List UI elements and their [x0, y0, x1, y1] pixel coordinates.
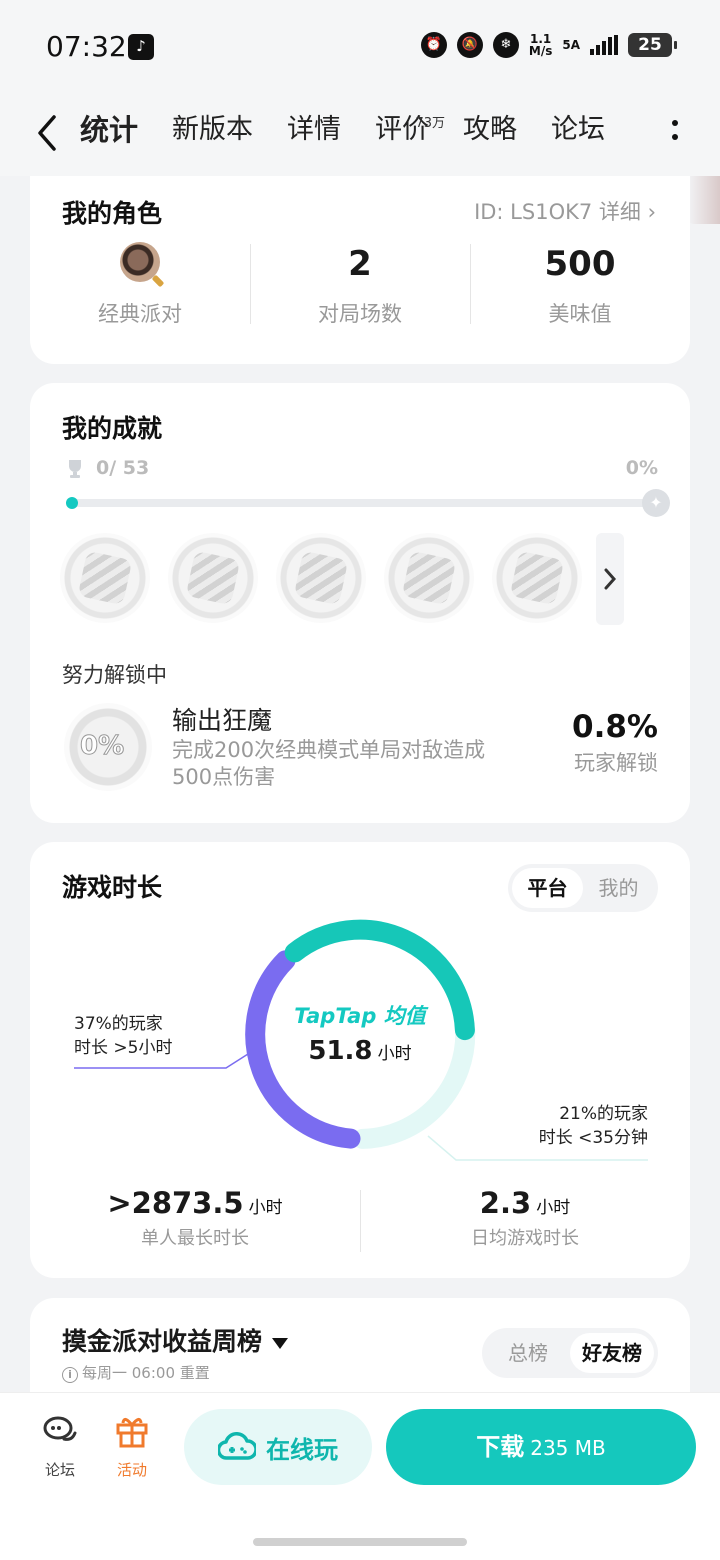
unlock-rate-label: 玩家解锁 [574, 751, 658, 775]
magnifier-icon [120, 242, 160, 282]
cloud-gamepad-icon [218, 1432, 256, 1460]
toggle-friends[interactable]: 好友榜 [570, 1333, 654, 1373]
tasty-label: 美味值 [548, 302, 612, 326]
tab-guides[interactable]: 攻略 [463, 110, 517, 160]
home-indicator[interactable] [253, 1538, 467, 1546]
average-playtime: 51.8 小时 [308, 1036, 412, 1066]
unlocking-badge: 0% [64, 703, 152, 791]
playtime-card: 游戏时长 平台 我的 TapTap 均值 51.8 小时 37%的玩家 时长 >… [30, 842, 690, 1278]
network-label: 5A [562, 38, 580, 52]
unlocking-name: 输出狂魔 [172, 706, 273, 735]
achievement-count: 0/ 53 [96, 457, 150, 479]
tab-header: 统计 新版本 详情 评价 73万 攻略 论坛 [0, 96, 720, 176]
ranking-toggle: 总榜 好友榜 [482, 1328, 658, 1378]
achievement-progress-row: 0/ 53 0% [62, 457, 658, 481]
unlocking-title: 努力解锁中 [62, 663, 167, 687]
background-peek [688, 176, 720, 224]
role-id-link[interactable]: ID: LS1OK7 详细 › [474, 196, 656, 226]
more-options-icon[interactable] [672, 116, 680, 152]
achievement-progress-bar: ✦ [66, 489, 670, 517]
chevron-right-icon: › [647, 200, 656, 224]
progress-fill [66, 497, 78, 509]
mute-icon: 🔕 [456, 32, 483, 58]
status-time: 07:32 [46, 30, 127, 63]
net-speed: 1.1 M/s [528, 32, 553, 58]
review-count-badge: 73万 [415, 116, 446, 131]
toggle-overall[interactable]: 总榜 [486, 1333, 570, 1373]
alarm-icon: ⏰ [420, 32, 447, 58]
signal-icon [590, 35, 618, 55]
tab-bar: 统计 新版本 详情 评价 73万 攻略 论坛 [77, 110, 639, 160]
info-icon: i [62, 1367, 78, 1383]
achievement-badge[interactable] [60, 533, 150, 623]
badge-list [60, 533, 582, 623]
ranking-title[interactable]: 摸金派对收益周榜 [62, 1322, 289, 1358]
back-arrow-icon[interactable] [36, 114, 58, 152]
battery-icon: 25 [628, 33, 677, 57]
caret-down-icon [272, 1337, 289, 1349]
achievement-badge[interactable] [168, 533, 258, 623]
unlock-rate: 0.8% [572, 709, 658, 745]
playtime-donut [245, 919, 476, 1149]
status-icons: ⏰ 🔕 ❄ 1.1 M/s 5A 25 [420, 32, 677, 58]
ranking-reset-note: i 每周一 06:00 重置 [62, 1362, 210, 1383]
role-mode-label: 经典派对 [98, 302, 182, 326]
chat-bubble-icon [43, 1416, 77, 1441]
achievements-card[interactable]: 我的成就 0/ 53 0% ✦ 努力解锁中 0% 输出狂魔 完成200次经典模式… [30, 383, 690, 823]
playtime-stats: >2873.5 小时 单人最长时长 2.3 小时 日均游戏时长 [30, 1186, 690, 1252]
achievement-badge[interactable] [276, 533, 366, 623]
bottom-action-bar: 论坛 活动 在线玩 下载 235 MB [0, 1392, 720, 1560]
snowflake-icon: ❄ [492, 32, 519, 58]
role-matches: 2 对局场数 [250, 242, 470, 326]
badge-more-button[interactable] [596, 533, 624, 625]
my-role-card: 我的角色 ID: LS1OK7 详细 › 经典派对 2 对局场数 500 美味值 [30, 176, 690, 364]
max-playtime: >2873.5 小时 单人最长时长 [107, 1186, 283, 1249]
role-tasty: 500 美味值 [470, 242, 690, 326]
trophy-icon [69, 460, 81, 478]
achievement-badge[interactable] [384, 533, 474, 623]
tab-details[interactable]: 详情 [287, 110, 341, 160]
play-online-button[interactable]: 在线玩 [184, 1409, 372, 1485]
status-bar: 07:32 ♪ ⏰ 🔕 ❄ 1.1 M/s 5A 25 [0, 0, 720, 96]
taptap-average-label: TapTap 均值 [294, 1004, 426, 1028]
role-mode: 经典派对 [30, 242, 250, 326]
long-players-note: 37%的玩家 时长 >5小时 [74, 1014, 173, 1058]
tasty-value: 500 [544, 244, 616, 284]
tab-reviews[interactable]: 评价 73万 [375, 110, 445, 160]
achievements-title: 我的成就 [62, 414, 163, 443]
tab-new-version[interactable]: 新版本 [172, 110, 253, 160]
chevron-right-icon [604, 568, 617, 590]
tab-forum[interactable]: 论坛 [551, 110, 605, 160]
role-stats: 经典派对 2 对局场数 500 美味值 [30, 242, 690, 326]
short-players-note: 21%的玩家 时长 <35分钟 [538, 1104, 648, 1148]
role-title: 我的角色 [62, 199, 163, 228]
download-button[interactable]: 下载 235 MB [386, 1409, 696, 1485]
daily-playtime: 2.3 小时 日均游戏时长 [360, 1186, 690, 1252]
tiktok-icon: ♪ [128, 34, 154, 60]
forum-button[interactable]: 论坛 [30, 1413, 90, 1480]
matches-value: 2 [348, 244, 372, 284]
star-icon: ✦ [642, 489, 670, 517]
achievement-percent: 0% [625, 457, 658, 479]
gift-icon [116, 1418, 148, 1448]
unlocking-desc: 完成200次经典模式单局对敌造成500点伤害 [172, 738, 486, 789]
activity-button[interactable]: 活动 [102, 1413, 162, 1480]
achievement-badge[interactable] [492, 533, 582, 623]
matches-label: 对局场数 [318, 302, 402, 326]
tab-stats[interactable]: 统计 [77, 110, 141, 160]
